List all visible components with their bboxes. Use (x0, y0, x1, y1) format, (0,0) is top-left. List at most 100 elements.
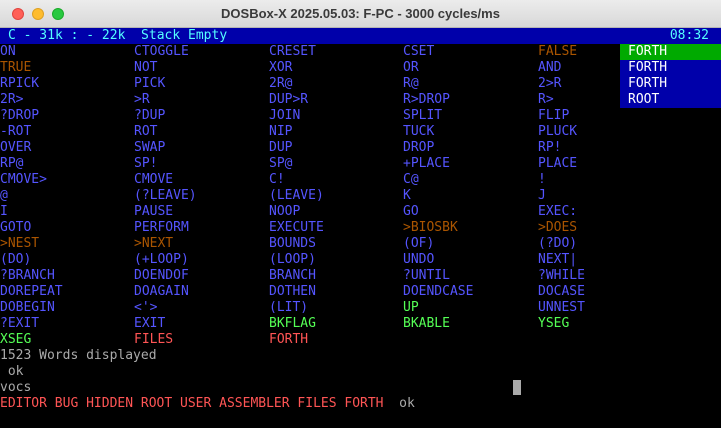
forth-word: NIP (269, 124, 293, 139)
forth-word: ?UNTIL (403, 268, 450, 283)
forth-word: FALSE (538, 44, 578, 59)
forth-word: CMOVE> (0, 172, 47, 187)
forth-word: (+LOOP) (134, 252, 189, 267)
forth-word: YSEG (538, 316, 570, 331)
forth-word: DUP (269, 140, 293, 155)
forth-word: OVER (0, 140, 32, 155)
forth-word: BKABLE (403, 316, 450, 331)
forth-word: (?LEAVE) (134, 188, 197, 203)
forth-word: TRUE (0, 60, 32, 75)
forth-word: +PLACE (403, 156, 450, 171)
forth-word: PLUCK (538, 124, 578, 139)
dos-screen[interactable]: C - 31k : - 22k Stack Empty 08:32 ON CTOG… (0, 28, 721, 428)
ok-prompt: ok (383, 396, 415, 411)
forth-word: ?BRANCH (0, 268, 55, 283)
forth-word: >BIOSBK (403, 220, 458, 235)
forth-word: FILES (134, 332, 174, 347)
forth-word: SP! (134, 156, 158, 171)
forth-word: ON (0, 44, 16, 59)
forth-word: (LOOP) (269, 252, 316, 267)
forth-word: RP@ (0, 156, 24, 171)
forth-word: CSET (403, 44, 435, 59)
forth-word: DOENDCASE (403, 284, 474, 299)
forth-word: NEXT| (538, 252, 578, 267)
vocabulary-names: EDITOR BUG HIDDEN ROOT USER ASSEMBLER FI… (0, 396, 384, 411)
forth-word: AND (538, 60, 562, 75)
forth-word: RPICK (0, 76, 40, 91)
forth-word: JOIN (269, 108, 301, 123)
forth-word: EXECUTE (269, 220, 324, 235)
forth-word: <'> (134, 300, 158, 315)
ok-prompt: ok (0, 364, 24, 379)
forth-word: RP! (538, 140, 562, 155)
forth-word: UNNEST (538, 300, 585, 315)
forth-word: BKFLAG (269, 316, 316, 331)
forth-word: >NEST (0, 236, 40, 251)
forth-word: C@ (403, 172, 419, 187)
title-bar: DOSBox-X 2025.05.03: F-PC - 3000 cycles/… (0, 0, 721, 28)
forth-word: PERFORM (134, 220, 189, 235)
forth-word: J (538, 188, 546, 203)
forth-word: TUCK (403, 124, 435, 139)
forth-word: XSEG (0, 332, 32, 347)
command-line[interactable]: vocs (0, 380, 31, 396)
forth-word: I (0, 204, 8, 219)
forth-word: BRANCH (269, 268, 316, 283)
vocab-entry-context: FORTH (620, 44, 721, 60)
forth-word: PLACE (538, 156, 578, 171)
forth-word: >DOES (538, 220, 578, 235)
forth-word: UNDO (403, 252, 435, 267)
forth-word: ?DROP (0, 108, 40, 123)
forth-word: PICK (134, 76, 166, 91)
forth-word: >R (134, 92, 150, 107)
forth-word: PAUSE (134, 204, 174, 219)
forth-word: GOTO (0, 220, 32, 235)
status-bar-memory: C - 31k : - 22k Stack Empty (8, 28, 228, 43)
forth-word: ! (538, 172, 546, 187)
forth-word: 2R> (0, 92, 24, 107)
forth-word: DOREPEAT (0, 284, 63, 299)
forth-word: ?DUP (134, 108, 166, 123)
forth-word: NOOP (269, 204, 301, 219)
forth-word: ?EXIT (0, 316, 40, 331)
forth-word: UP (403, 300, 419, 315)
forth-word: DOAGAIN (134, 284, 189, 299)
forth-word: SWAP (134, 140, 166, 155)
forth-word: SP@ (269, 156, 293, 171)
vocab-entry: FORTH (628, 76, 668, 91)
forth-word: FLIP (538, 108, 570, 123)
forth-word: (?DO) (538, 236, 578, 251)
forth-word: (OF) (403, 236, 435, 251)
forth-word: DOBEGIN (0, 300, 55, 315)
forth-word: R> (538, 92, 554, 107)
forth-word: R>DROP (403, 92, 450, 107)
forth-word: EXIT (134, 316, 166, 331)
forth-word: EXEC: (538, 204, 578, 219)
forth-word: FORTH (269, 332, 309, 347)
words-displayed-count: 1523 Words displayed (0, 348, 157, 363)
forth-word: (DO) (0, 252, 32, 267)
vocab-entry: FORTH (628, 60, 668, 75)
forth-word: DOENDOF (134, 268, 189, 283)
vocabulary-stack: FORTH FORTH FORTH ROOT (620, 44, 721, 108)
forth-word: -ROT (0, 124, 32, 139)
forth-word: 2R@ (269, 76, 293, 91)
window-title: DOSBox-X 2025.05.03: F-PC - 3000 cycles/… (221, 6, 500, 21)
forth-word: R@ (403, 76, 419, 91)
forth-word: SPLIT (403, 108, 443, 123)
status-bar-clock: 08:32 (669, 28, 709, 43)
forth-word: DOCASE (538, 284, 585, 299)
forth-word: DOTHEN (269, 284, 316, 299)
vocab-entry: ROOT (628, 92, 660, 107)
forth-word: >NEXT (134, 236, 174, 251)
vocabulary-list-output: EDITOR BUG HIDDEN ROOT USER ASSEMBLER FI… (0, 396, 415, 412)
status-bar: C - 31k : - 22k Stack Empty 08:32 (0, 28, 721, 44)
forth-word: ?WHILE (538, 268, 585, 283)
forth-word: C! (269, 172, 285, 187)
forth-word: NOT (134, 60, 158, 75)
forth-word: OR (403, 60, 419, 75)
forth-word: ROT (134, 124, 158, 139)
forth-word: CMOVE (134, 172, 174, 187)
text-cursor (513, 380, 521, 395)
forth-word: XOR (269, 60, 293, 75)
